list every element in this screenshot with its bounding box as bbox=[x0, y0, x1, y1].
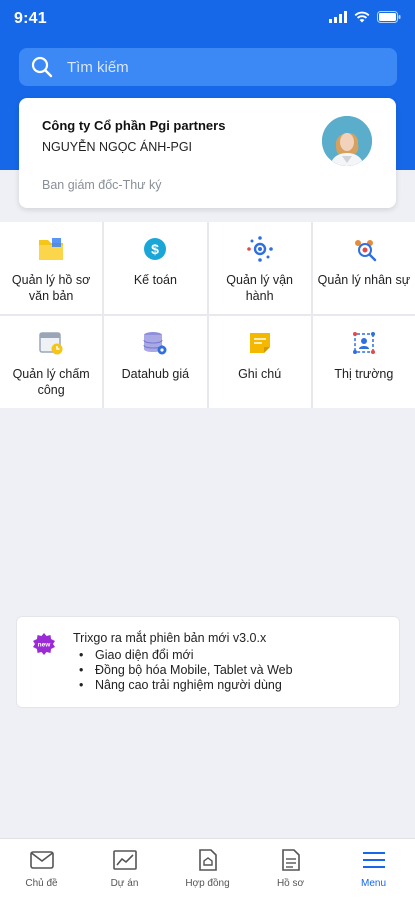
module-label: Thị trường bbox=[334, 367, 394, 381]
battery-icon bbox=[377, 11, 401, 23]
module-thi-truong[interactable]: Thị trường bbox=[312, 316, 415, 408]
status-time: 9:41 bbox=[14, 10, 47, 27]
profile-card[interactable]: Công ty Cổ phần Pgi partners NGUYỄN NGỌC… bbox=[19, 98, 396, 208]
module-label: Quản lý hồ sơ văn bản bbox=[11, 273, 91, 303]
search-icon bbox=[31, 56, 53, 78]
dollar-coin-icon: $ bbox=[140, 234, 170, 264]
wifi-icon bbox=[354, 11, 370, 23]
module-quan-ly-nhan-su[interactable]: Quản lý nhân sự bbox=[312, 222, 415, 314]
module-label: Quản lý nhân sự bbox=[317, 273, 411, 287]
module-grid: Quản lý hồ sơ văn bản $ Kế toán Quản lý … bbox=[0, 222, 415, 408]
company-name: Công ty Cổ phần Pgi partners bbox=[42, 118, 226, 133]
tab-ho-so[interactable]: Hồ sơ bbox=[249, 839, 332, 900]
tab-label: Hồ sơ bbox=[276, 878, 305, 889]
document-icon bbox=[278, 848, 304, 872]
announcement-card[interactable]: new Trixgo ra mắt phiên bản mới v3.0.x G… bbox=[16, 616, 400, 708]
tab-label: Chủ đề bbox=[25, 878, 58, 889]
tab-menu[interactable]: Menu bbox=[332, 839, 415, 900]
tab-chu-de[interactable]: Chủ đề bbox=[0, 839, 83, 900]
module-ghi-chu[interactable]: Ghi chú bbox=[208, 316, 311, 408]
gear-network-icon bbox=[245, 234, 275, 264]
new-badge-icon: new bbox=[33, 633, 55, 655]
module-ke-toan[interactable]: $ Kế toán bbox=[104, 222, 207, 314]
folder-icon bbox=[36, 234, 66, 264]
tab-label: Menu bbox=[360, 878, 386, 889]
module-label: Ghi chú bbox=[238, 367, 282, 381]
list-item: Giao diện đổi mới bbox=[79, 648, 293, 663]
tab-hop-dong[interactable]: Hợp đồng bbox=[166, 839, 249, 900]
tab-label: Hợp đồng bbox=[185, 878, 230, 889]
list-item: Nâng cao trải nghiệm người dùng bbox=[79, 678, 293, 693]
module-quan-ly-cham-cong[interactable]: Quản lý chấm công bbox=[0, 316, 103, 408]
module-datahub-gia[interactable]: Datahub giá bbox=[104, 316, 207, 408]
module-quan-ly-van-hanh[interactable]: Quản lý vận hành bbox=[208, 222, 311, 314]
user-name: NGUYỄN NGỌC ÁNH-PGI bbox=[42, 140, 193, 154]
announcement-list: Giao diện đổi mới Đồng bộ hóa Mobile, Ta… bbox=[79, 648, 293, 693]
module-label: Quản lý chấm công bbox=[12, 367, 90, 397]
bottom-tab-bar: Chủ đề Dự án Hợp đồng Hồ sơ Menu bbox=[0, 838, 415, 900]
avatar[interactable] bbox=[322, 116, 372, 166]
chart-icon bbox=[112, 848, 138, 872]
menu-icon bbox=[361, 848, 387, 872]
status-bar: 9:41 bbox=[0, 0, 415, 40]
user-role: Ban giám đốc-Thư ký bbox=[42, 178, 162, 192]
calendar-clock-icon bbox=[36, 328, 66, 358]
market-network-icon bbox=[349, 328, 379, 358]
module-label: Datahub giá bbox=[121, 367, 190, 381]
announcement-title: Trixgo ra mắt phiên bản mới v3.0.x bbox=[73, 631, 267, 645]
tab-du-an[interactable]: Dự án bbox=[83, 839, 166, 900]
search-bar[interactable] bbox=[19, 48, 397, 86]
module-quan-ly-ho-so-van-ban[interactable]: Quản lý hồ sơ văn bản bbox=[0, 222, 103, 314]
module-label: Quản lý vận hành bbox=[226, 273, 293, 303]
house-document-icon bbox=[195, 848, 221, 872]
sticky-note-icon bbox=[245, 328, 275, 358]
database-icon bbox=[140, 328, 170, 358]
tab-label: Dự án bbox=[110, 878, 139, 889]
status-icons bbox=[329, 11, 401, 23]
mail-icon bbox=[29, 848, 55, 872]
list-item: Đồng bộ hóa Mobile, Tablet và Web bbox=[79, 663, 293, 678]
svg-text:new: new bbox=[38, 642, 52, 649]
signal-icon bbox=[329, 11, 347, 23]
svg-text:$: $ bbox=[151, 241, 159, 257]
module-label: Kế toán bbox=[133, 273, 177, 287]
search-input[interactable] bbox=[67, 58, 367, 76]
people-search-icon bbox=[349, 234, 379, 264]
